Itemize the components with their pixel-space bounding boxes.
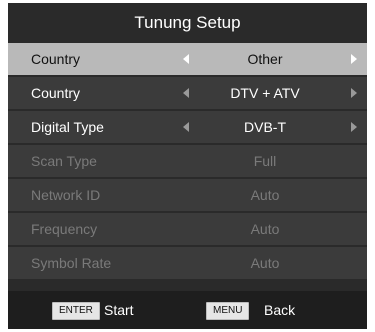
setting-label: Network ID: [31, 187, 101, 203]
setting-row-symbol-rate: Symbol Rate Auto: [8, 247, 367, 279]
arrow-left-icon[interactable]: [183, 122, 189, 132]
setting-value: Full: [253, 153, 277, 169]
setting-label: Country: [31, 51, 81, 67]
setting-value: DTV + ATV: [230, 85, 300, 101]
arrow-right-icon[interactable]: [351, 88, 357, 98]
settings-list: Country Other Country DTV + ATV Digital …: [8, 43, 367, 279]
enter-key-badge[interactable]: ENTER: [52, 302, 100, 320]
setting-row-country-tuner[interactable]: Country DTV + ATV: [8, 77, 367, 109]
footer-bar: ENTER Start MENU Back: [8, 291, 367, 329]
setting-row-digital-type[interactable]: Digital Type DVB-T: [8, 111, 367, 143]
setting-label: Country: [31, 85, 81, 101]
arrow-left-icon[interactable]: [183, 88, 189, 98]
setting-value: Auto: [250, 187, 280, 203]
back-label: Back: [264, 302, 296, 318]
menu-key-badge[interactable]: MENU: [206, 302, 250, 320]
arrow-right-icon[interactable]: [351, 122, 357, 132]
setting-label: Frequency: [31, 221, 98, 237]
tuning-setup-panel: Tunung Setup Country Other Country DTV +…: [8, 3, 367, 329]
setting-row-network-id: Network ID Auto: [8, 179, 367, 211]
setting-row-frequency: Frequency Auto: [8, 213, 367, 245]
setting-value: Other: [247, 51, 283, 67]
setting-row-country-region[interactable]: Country Other: [8, 43, 367, 75]
page-title: Tunung Setup: [8, 3, 367, 43]
setting-value: Auto: [250, 221, 280, 237]
arrow-left-icon[interactable]: [183, 54, 189, 64]
setting-label: Symbol Rate: [31, 255, 112, 271]
setting-row-scan-type: Scan Type Full: [8, 145, 367, 177]
arrow-right-icon[interactable]: [351, 54, 357, 64]
start-label: Start: [104, 302, 134, 318]
setting-label: Scan Type: [31, 153, 97, 169]
setting-label: Digital Type: [31, 119, 104, 135]
setting-value: DVB-T: [244, 119, 286, 135]
setting-value: Auto: [250, 255, 280, 271]
